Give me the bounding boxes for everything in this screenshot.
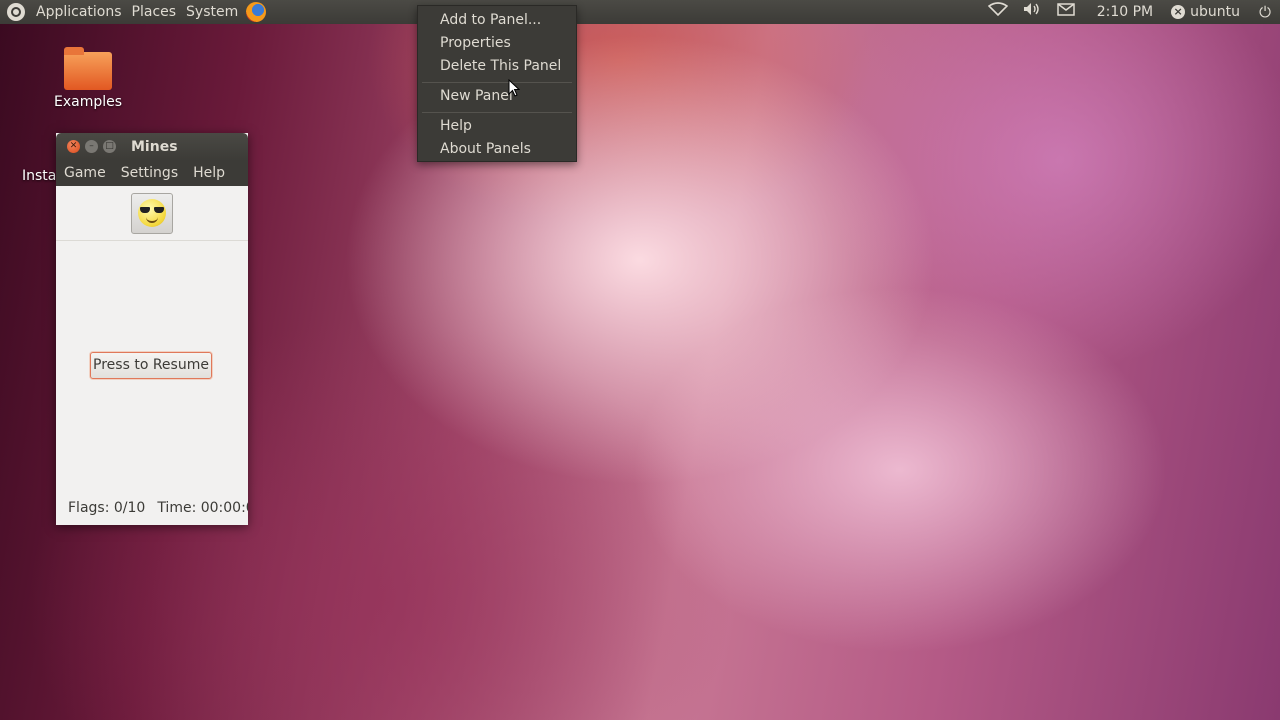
maximize-icon[interactable]: □: [103, 140, 116, 153]
timer: Time: 00:00:02: [157, 499, 248, 516]
panel-context-menu: Add to Panel... Properties Delete This P…: [417, 5, 577, 162]
menu-separator: [422, 112, 572, 113]
user-menu[interactable]: × ubuntu: [1167, 4, 1250, 20]
mouse-cursor-icon: [508, 79, 520, 97]
menu-help[interactable]: Help: [185, 161, 232, 186]
mail-icon[interactable]: [1049, 0, 1083, 24]
installer-icon: [18, 124, 58, 168]
system-menu[interactable]: System: [181, 0, 243, 24]
menu-game[interactable]: Game: [56, 161, 113, 186]
window-title: Mines: [131, 139, 178, 155]
new-game-face-button[interactable]: [131, 193, 173, 234]
ubuntu-logo-icon[interactable]: [7, 3, 25, 21]
flags-counter: Flags: 0/10: [68, 499, 146, 516]
applications-menu[interactable]: Applications: [31, 0, 127, 24]
cool-face-icon: [138, 199, 166, 227]
user-name: ubuntu: [1190, 4, 1240, 20]
panel-left: Applications Places System: [0, 0, 267, 24]
desktop-icon-label: Examples: [53, 94, 123, 110]
places-menu[interactable]: Places: [127, 0, 182, 24]
close-icon[interactable]: ✕: [67, 140, 80, 153]
mines-window: ✕ – □ Mines Game Settings Help Press to …: [56, 133, 248, 525]
statusbar: Flags: 0/10 Time: 00:00:02: [56, 489, 248, 526]
menu-separator: [422, 82, 572, 83]
firefox-launcher-icon[interactable]: [246, 2, 267, 22]
panel-right: 2:10 PM × ubuntu ⏻: [981, 0, 1280, 24]
power-icon[interactable]: ⏻: [1250, 3, 1280, 21]
window-titlebar[interactable]: ✕ – □ Mines: [56, 133, 248, 161]
top-panel: Applications Places System 2:10 PM × ubu…: [0, 0, 1280, 24]
volume-icon[interactable]: [1015, 0, 1049, 24]
network-icon[interactable]: [981, 0, 1015, 24]
menubar: Game Settings Help: [56, 161, 248, 186]
menu-item-help[interactable]: Help: [440, 116, 472, 136]
menu-item-delete-panel[interactable]: Delete This Panel: [440, 56, 561, 76]
resume-button[interactable]: Press to Resume: [90, 352, 212, 379]
menu-item-new-panel[interactable]: New Panel: [440, 86, 513, 106]
desktop-icon-label: Insta: [22, 168, 57, 184]
clock[interactable]: 2:10 PM: [1083, 0, 1167, 24]
minimize-icon[interactable]: –: [85, 140, 98, 153]
menu-item-properties[interactable]: Properties: [440, 33, 511, 53]
menu-settings[interactable]: Settings: [113, 161, 185, 186]
menu-item-about-panels[interactable]: About Panels: [440, 139, 531, 159]
face-area: [56, 186, 248, 241]
menu-item-add-to-panel[interactable]: Add to Panel...: [440, 10, 541, 30]
desktop-icon-install[interactable]: Insta: [18, 124, 58, 184]
folder-icon: [64, 47, 112, 90]
user-status-icon: ×: [1171, 5, 1186, 19]
desktop-icon-examples[interactable]: Examples: [48, 47, 128, 110]
game-board: Press to Resume: [56, 241, 248, 489]
